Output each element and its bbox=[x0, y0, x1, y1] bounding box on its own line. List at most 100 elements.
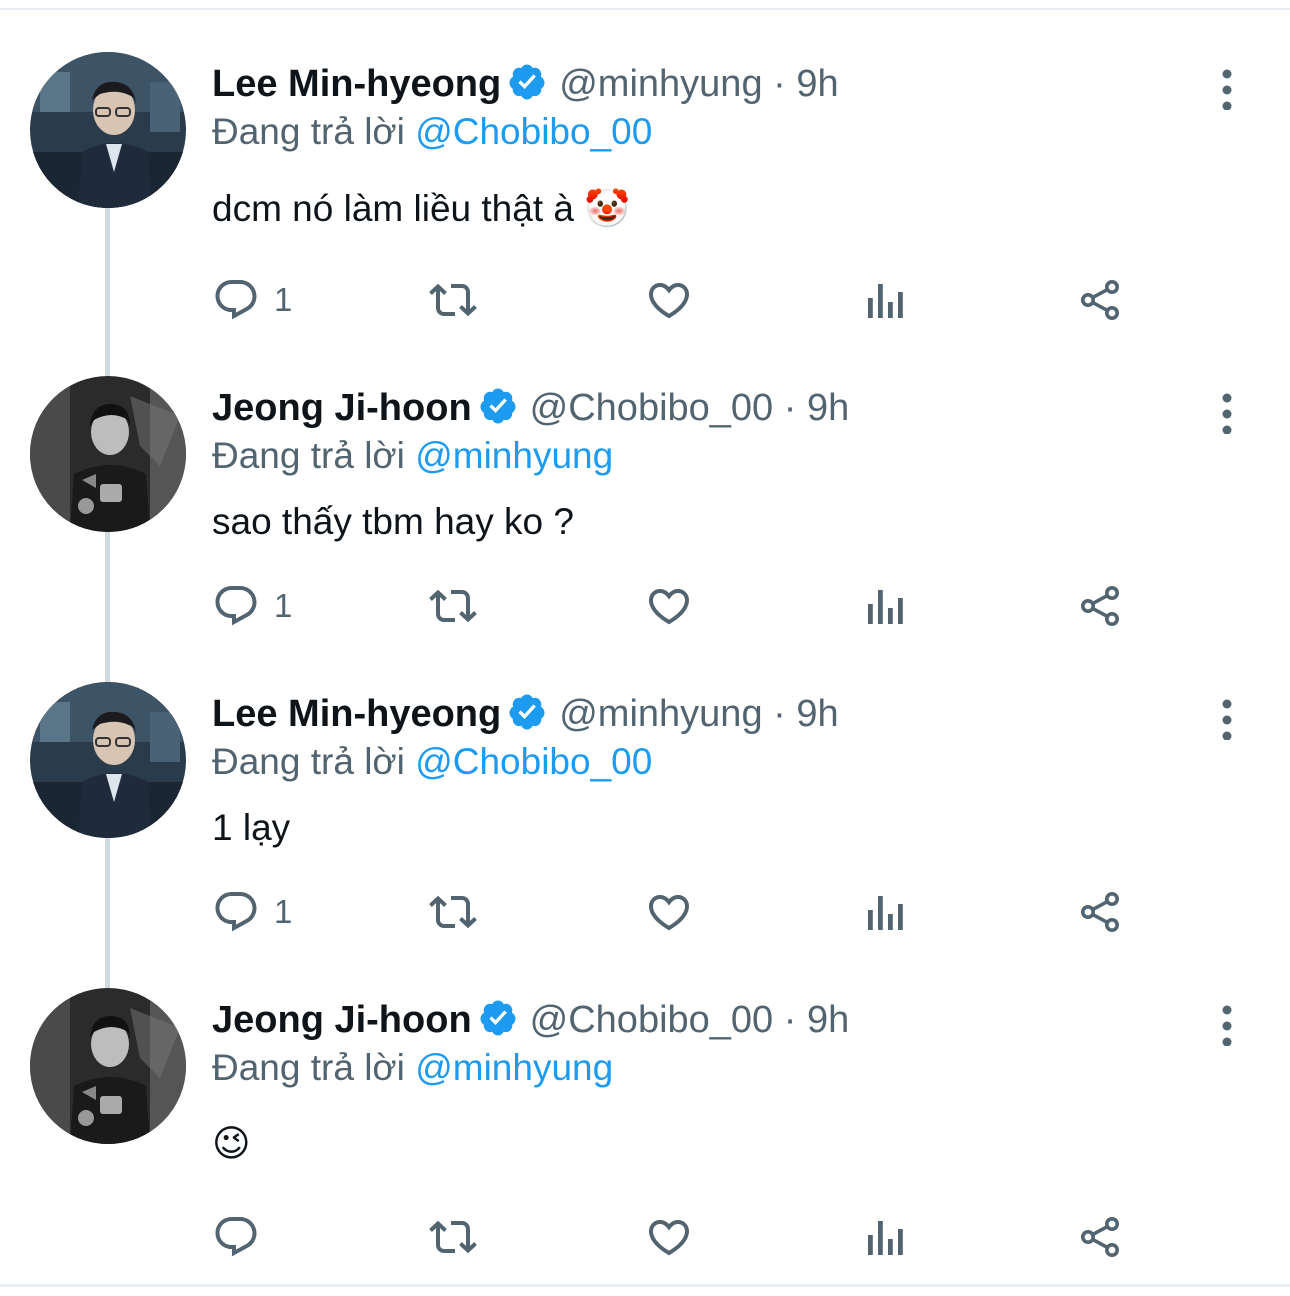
avatar[interactable] bbox=[30, 52, 186, 208]
tweet-header: Jeong Ji-hoon @Chobibo_00 · 9h bbox=[212, 384, 849, 432]
views-button[interactable] bbox=[862, 581, 906, 631]
replying-label: Đang trả lời bbox=[212, 435, 405, 476]
verified-badge-icon bbox=[478, 386, 518, 426]
tweet-header: Lee Min-hyeong @minhyung · 9h bbox=[212, 60, 839, 108]
action-bar: 1 bbox=[212, 887, 1212, 937]
avatar[interactable] bbox=[30, 988, 186, 1144]
display-name[interactable]: Lee Min-hyeong bbox=[212, 63, 501, 105]
share-button[interactable] bbox=[1076, 275, 1124, 325]
reply-count: 1 bbox=[274, 893, 293, 930]
like-button[interactable] bbox=[644, 581, 694, 631]
share-icon bbox=[1081, 586, 1119, 626]
mention-link[interactable]: @minhyung bbox=[415, 1047, 613, 1088]
more-vertical-icon[interactable] bbox=[1210, 386, 1244, 434]
views-button[interactable] bbox=[862, 275, 906, 325]
avatar[interactable] bbox=[30, 682, 186, 838]
timestamp[interactable]: 9h bbox=[796, 693, 838, 735]
action-bar: 1 bbox=[212, 275, 1212, 325]
reply-icon bbox=[215, 1217, 257, 1257]
views-icon bbox=[868, 284, 903, 318]
replying-to: Đang trả lời @minhyung bbox=[212, 432, 613, 480]
retweet-button[interactable] bbox=[426, 275, 480, 325]
handle[interactable]: @minhyung bbox=[559, 693, 762, 735]
separator-dot: · bbox=[773, 693, 786, 735]
handle[interactable]: @minhyung bbox=[559, 63, 762, 105]
reply-count: 1 bbox=[274, 281, 293, 318]
mention-link[interactable]: @Chobibo_00 bbox=[415, 741, 652, 782]
jeong-ji-hoon-avatar-image bbox=[30, 988, 186, 1144]
views-button[interactable] bbox=[862, 1212, 906, 1262]
views-icon bbox=[868, 896, 903, 930]
avatar[interactable] bbox=[30, 376, 186, 532]
action-bar bbox=[212, 1212, 1212, 1262]
views-icon bbox=[868, 590, 903, 624]
like-icon bbox=[648, 589, 690, 625]
more-vertical-icon[interactable] bbox=[1210, 62, 1244, 110]
timestamp[interactable]: 9h bbox=[807, 387, 849, 429]
like-icon bbox=[648, 895, 690, 931]
separator-dot: · bbox=[783, 999, 797, 1041]
jeong-ji-hoon-avatar-image bbox=[30, 376, 186, 532]
tweet[interactable]: Lee Min-hyeong @minhyung · 9h Đang trả lờ… bbox=[0, 680, 1290, 970]
mention-link[interactable]: @minhyung bbox=[415, 435, 613, 476]
share-icon bbox=[1081, 1217, 1119, 1257]
like-button[interactable] bbox=[644, 275, 694, 325]
retweet-button[interactable] bbox=[426, 1212, 480, 1262]
more-vertical-icon[interactable] bbox=[1210, 692, 1244, 740]
replying-label: Đang trả lời bbox=[212, 1047, 405, 1088]
tweet-text: dcm nó làm liều thật à 🤡 bbox=[212, 188, 631, 229]
display-name[interactable]: Jeong Ji-hoon bbox=[212, 387, 472, 429]
action-bar: 1 bbox=[212, 581, 1212, 631]
lee-min-hyeong-avatar-image bbox=[30, 52, 186, 208]
retweet-icon bbox=[429, 895, 477, 929]
reply-count: 1 bbox=[274, 587, 293, 624]
like-icon bbox=[648, 1220, 690, 1256]
tweet-text: sao thấy tbm hay ko ? bbox=[212, 501, 574, 542]
separator-dot: · bbox=[773, 63, 786, 105]
replying-to: Đang trả lời @Chobibo_00 bbox=[212, 738, 652, 786]
verified-badge-icon bbox=[507, 62, 547, 102]
mention-link[interactable]: @Chobibo_00 bbox=[415, 111, 652, 152]
handle[interactable]: @Chobibo_00 bbox=[530, 387, 774, 429]
verified-badge-icon bbox=[478, 998, 518, 1038]
tweet-text: 1 lạy bbox=[212, 807, 291, 848]
separator-dot: · bbox=[783, 387, 797, 429]
lee-min-hyeong-avatar-image bbox=[30, 682, 186, 838]
reply-button[interactable]: 1 bbox=[212, 275, 292, 325]
like-button[interactable] bbox=[644, 887, 694, 937]
share-button[interactable] bbox=[1076, 1212, 1124, 1262]
retweet-button[interactable] bbox=[426, 581, 480, 631]
tweet-text: 😉 bbox=[212, 1123, 251, 1164]
tweet-header: Lee Min-hyeong @minhyung · 9h bbox=[212, 690, 839, 738]
timestamp[interactable]: 9h bbox=[796, 63, 838, 105]
views-icon bbox=[868, 1221, 903, 1255]
share-button[interactable] bbox=[1076, 887, 1124, 937]
replying-to: Đang trả lời @Chobibo_00 bbox=[212, 108, 652, 156]
reply-button[interactable]: 1 bbox=[212, 581, 292, 631]
reply-icon bbox=[215, 892, 257, 932]
reply-icon bbox=[215, 586, 257, 626]
retweet-icon bbox=[429, 1220, 477, 1254]
tweet[interactable]: Jeong Ji-hoon @Chobibo_00 · 9h Đang trả l… bbox=[0, 986, 1290, 1276]
tweet[interactable]: Jeong Ji-hoon @Chobibo_00 · 9h Đang trả l… bbox=[0, 374, 1290, 664]
reply-button[interactable] bbox=[212, 1212, 274, 1262]
retweet-button[interactable] bbox=[426, 887, 480, 937]
timestamp[interactable]: 9h bbox=[807, 999, 849, 1041]
like-icon bbox=[648, 283, 690, 319]
tweet[interactable]: Lee Min-hyeong @minhyung · 9h Đang trả lờ… bbox=[0, 50, 1290, 350]
replying-label: Đang trả lời bbox=[212, 111, 405, 152]
replying-to: Đang trả lời @minhyung bbox=[212, 1044, 613, 1092]
share-icon bbox=[1081, 892, 1119, 932]
views-button[interactable] bbox=[862, 887, 906, 937]
retweet-icon bbox=[429, 283, 477, 317]
reply-icon bbox=[215, 280, 257, 320]
more-vertical-icon[interactable] bbox=[1210, 998, 1244, 1046]
reply-button[interactable]: 1 bbox=[212, 887, 292, 937]
display-name[interactable]: Jeong Ji-hoon bbox=[212, 999, 472, 1041]
share-button[interactable] bbox=[1076, 581, 1124, 631]
like-button[interactable] bbox=[644, 1212, 694, 1262]
display-name[interactable]: Lee Min-hyeong bbox=[212, 693, 501, 735]
handle[interactable]: @Chobibo_00 bbox=[530, 999, 774, 1041]
top-divider bbox=[0, 8, 1290, 10]
verified-badge-icon bbox=[507, 692, 547, 732]
